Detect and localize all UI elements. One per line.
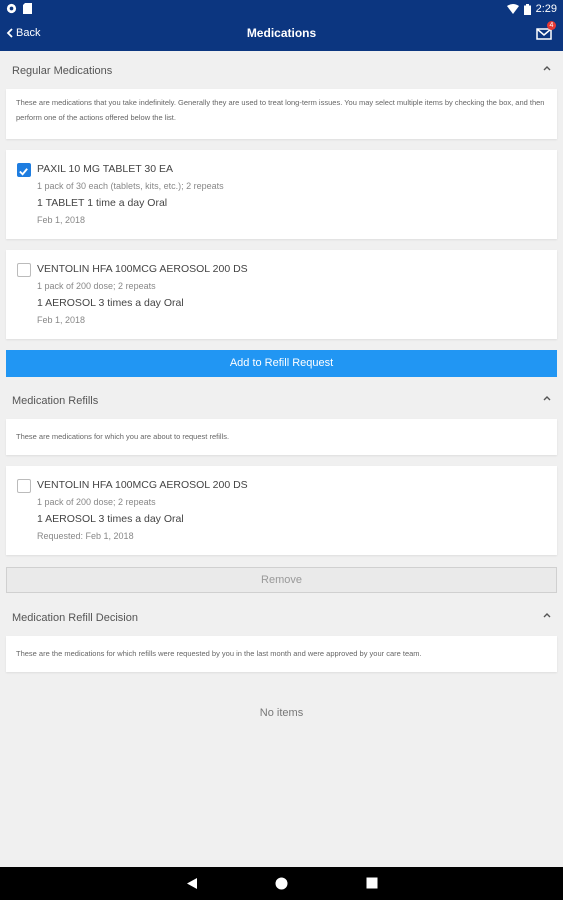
medication-date: Requested: Feb 1, 2018 [37,531,134,541]
app-bar: Back Medications 4 [0,18,563,51]
add-to-refill-request-button[interactable]: Add to Refill Request [6,350,557,377]
description-text: These are medications for which you are … [16,432,230,441]
medication-name: VENTOLIN HFA 100MCG AEROSOL 200 DS [37,479,248,491]
description-text: These are the medications for which refi… [16,649,422,658]
chevron-up-icon [543,396,551,401]
checkmark-icon [19,168,28,176]
medication-date: Feb 1, 2018 [37,215,86,225]
system-navigation-bar [0,867,563,900]
medication-name: PAXIL 10 MG TABLET 30 EA [37,163,173,175]
medication-refills-header[interactable]: Medication Refills [0,383,563,419]
regular-medications-description: These are medications that you take inde… [6,89,557,139]
medication-dose: 1 AEROSOL 3 times a day Oral [37,297,184,309]
messages-button[interactable]: 4 [535,21,556,42]
medication-refill-decision-header[interactable]: Medication Refill Decision [0,600,563,636]
mail-badge: 4 [547,21,556,30]
status-bar: 2:29 [0,0,563,18]
medication-name: VENTOLIN HFA 100MCG AEROSOL 200 DS [37,263,248,275]
section-title: Medication Refill Decision [12,612,138,624]
chevron-up-icon [543,613,551,618]
medication-dose: 1 AEROSOL 3 times a day Oral [37,513,184,525]
nav-back-icon[interactable] [186,877,198,890]
description-text: These are medications that you take inde… [16,98,545,122]
battery-icon [523,3,531,15]
wifi-icon [506,4,519,14]
page-title: Medications [246,26,317,40]
nav-recents-icon[interactable] [366,877,378,889]
empty-state-label: No items [259,707,304,719]
list-item: VENTOLIN HFA 100MCG AEROSOL 200 DS 1 pac… [6,466,557,555]
medication-pack: 1 pack of 30 each (tablets, kits, etc.);… [37,181,224,191]
section-title: Medication Refills [12,395,99,407]
medication-dose: 1 TABLET 1 time a day Oral [37,197,168,209]
remove-button[interactable]: Remove [6,567,557,593]
sd-card-icon [23,3,32,14]
list-item: VENTOLIN HFA 100MCG AEROSOL 200 DS 1 pac… [6,250,557,339]
medication-pack: 1 pack of 200 dose; 2 repeats [37,497,156,507]
section-title: Regular Medications [12,65,113,77]
medication-date: Feb 1, 2018 [37,315,86,325]
settings-gear-icon [6,3,17,14]
medication-pack: 1 pack of 200 dose; 2 repeats [37,281,156,291]
medication-refill-decision-description: These are the medications for which refi… [6,636,557,672]
list-item: PAXIL 10 MG TABLET 30 EA 1 pack of 30 ea… [6,150,557,239]
status-time: 2:29 [535,3,557,15]
chevron-up-icon [543,66,551,71]
medication-checkbox[interactable] [17,479,31,493]
medication-checkbox[interactable] [17,263,31,277]
nav-home-icon[interactable] [275,877,288,890]
regular-medications-header[interactable]: Regular Medications [0,53,563,89]
medication-refills-description: These are medications for which you are … [6,419,557,455]
medication-checkbox[interactable] [17,163,31,177]
main-content: Regular Medications These are medication… [0,51,563,867]
